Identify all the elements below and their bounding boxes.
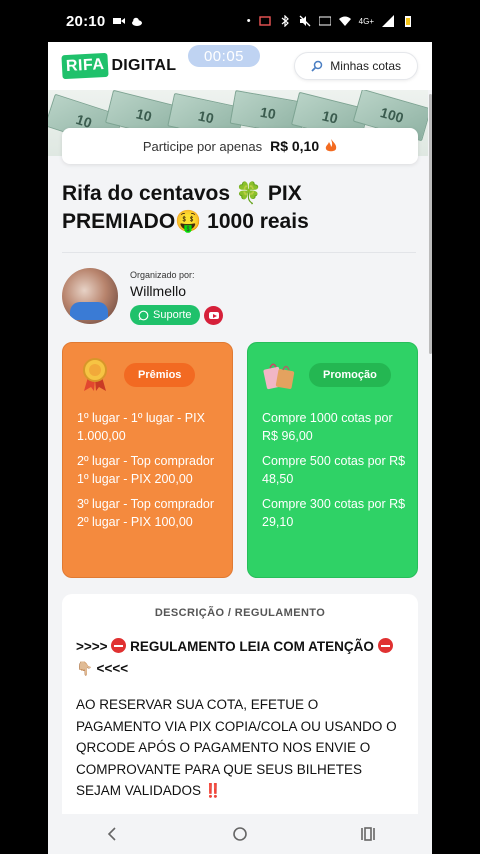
back-button[interactable]: [82, 819, 142, 849]
medal-icon: [77, 357, 113, 393]
status-bar: 20:10 • 4G+: [48, 0, 432, 42]
my-tickets-label: Minhas cotas: [330, 59, 401, 73]
rules-suffix: 👇🏼 <<<<: [76, 661, 129, 676]
app-screen: RIFA DIGITAL 00:05 Minhas cotas 10 10 10…: [48, 42, 432, 814]
signal-icon: [382, 15, 394, 27]
status-right-icons: • 4G+: [247, 15, 414, 27]
dot-icon: •: [246, 15, 251, 27]
home-button[interactable]: [210, 819, 270, 849]
organizer-name: Willmello: [130, 283, 186, 299]
raffle-details: Rifa do centavos 🍀 PIX PREMIADO🤑 1000 re…: [48, 170, 428, 814]
home-icon: [233, 827, 247, 841]
shopping-bags-icon: [262, 357, 298, 393]
price-value: R$ 0,10: [270, 138, 320, 154]
no-entry-icon: [377, 638, 393, 653]
my-tickets-button[interactable]: Minhas cotas: [294, 52, 418, 80]
recents-icon: [361, 827, 375, 841]
status-time: 20:10: [66, 12, 106, 30]
organizer-avatar: [62, 268, 118, 324]
system-nav-bar: [48, 814, 432, 854]
youtube-icon: [208, 312, 219, 319]
promotion-pill: Promoção: [309, 363, 391, 387]
price-strip: Participe por apenas R$ 0,10: [62, 128, 418, 164]
prizes-card: Prêmios 1º lugar - 1º lugar - PIX 1.000,…: [62, 342, 233, 578]
prize-item: 3º lugar - Top comprador 2º lugar - PIX …: [77, 497, 215, 529]
support-label: Suporte: [153, 309, 192, 321]
video-icon: [113, 18, 126, 24]
prizes-list: 1º lugar - 1º lugar - PIX 1.000,00 2º lu…: [77, 409, 222, 538]
logo-digital-text: DIGITAL: [111, 57, 177, 74]
status-left-icons: [113, 15, 143, 27]
timer-badge: 00:05: [188, 45, 260, 67]
organizer-label: Organizado por:: [130, 270, 195, 280]
youtube-button[interactable]: [204, 306, 223, 325]
cast-icon: [258, 16, 271, 26]
rifa-digital-logo[interactable]: RIFA DIGITAL: [61, 52, 177, 80]
battery-icon: [405, 16, 411, 27]
bluetooth-icon: [281, 15, 289, 27]
promotion-item[interactable]: Compre 1000 cotas por R$ 96,00: [262, 409, 407, 445]
logo-rifa-text: RIFA: [61, 52, 110, 80]
raffle-title: Rifa do centavos 🍀 PIX PREMIADO🤑 1000 re…: [62, 182, 309, 233]
rules-body: AO RESERVAR SUA COTA, EFETUE O PAGAMENTO…: [76, 697, 397, 798]
wifi-icon: [338, 16, 351, 26]
mute-icon: [299, 15, 311, 27]
organizer-section: Organizado por: Willmello Suporte: [62, 268, 422, 326]
rules-prefix: >>>>: [76, 639, 108, 654]
network-label: 4G+: [358, 16, 374, 26]
rules-title: REGULAMENTO LEIA COM ATENÇÃO: [130, 639, 374, 654]
recents-button[interactable]: [338, 819, 398, 849]
volte-icon: [318, 16, 331, 26]
fire-icon: [325, 139, 337, 152]
rules-headline: >>>> REGULAMENTO LEIA COM ATENÇÃO 👇🏼 <<<…: [76, 636, 406, 680]
promotion-item[interactable]: Compre 300 cotas por R$ 29,10: [262, 495, 407, 531]
cloud-icon: [132, 17, 143, 26]
app-header: RIFA DIGITAL 00:05 Minhas cotas: [48, 42, 432, 90]
search-icon: [311, 60, 323, 72]
promotion-item[interactable]: Compre 500 cotas por R$ 48,50: [262, 452, 407, 488]
support-button[interactable]: Suporte: [130, 305, 200, 325]
prizes-pill: Prêmios: [124, 363, 196, 387]
description-heading: DESCRIÇÃO / REGULAMENTO: [154, 607, 326, 619]
prize-item: 2º lugar - Top comprador 1º lugar - PIX …: [77, 454, 215, 486]
no-entry-icon: [111, 638, 127, 653]
prize-item: 1º lugar - 1º lugar - PIX 1.000,00: [77, 411, 205, 443]
back-icon: [107, 827, 116, 841]
price-label: Participe por apenas: [142, 138, 263, 154]
whatsapp-icon: [138, 310, 149, 320]
scrollbar[interactable]: [429, 94, 432, 354]
promotion-list: Compre 1000 cotas por R$ 96,00 Compre 50…: [262, 409, 407, 538]
promotion-card: Promoção Compre 1000 cotas por R$ 96,00 …: [247, 342, 418, 578]
divider: [62, 252, 416, 253]
description-card: DESCRIÇÃO / REGULAMENTO >>>> REGULAMENTO…: [62, 594, 418, 814]
